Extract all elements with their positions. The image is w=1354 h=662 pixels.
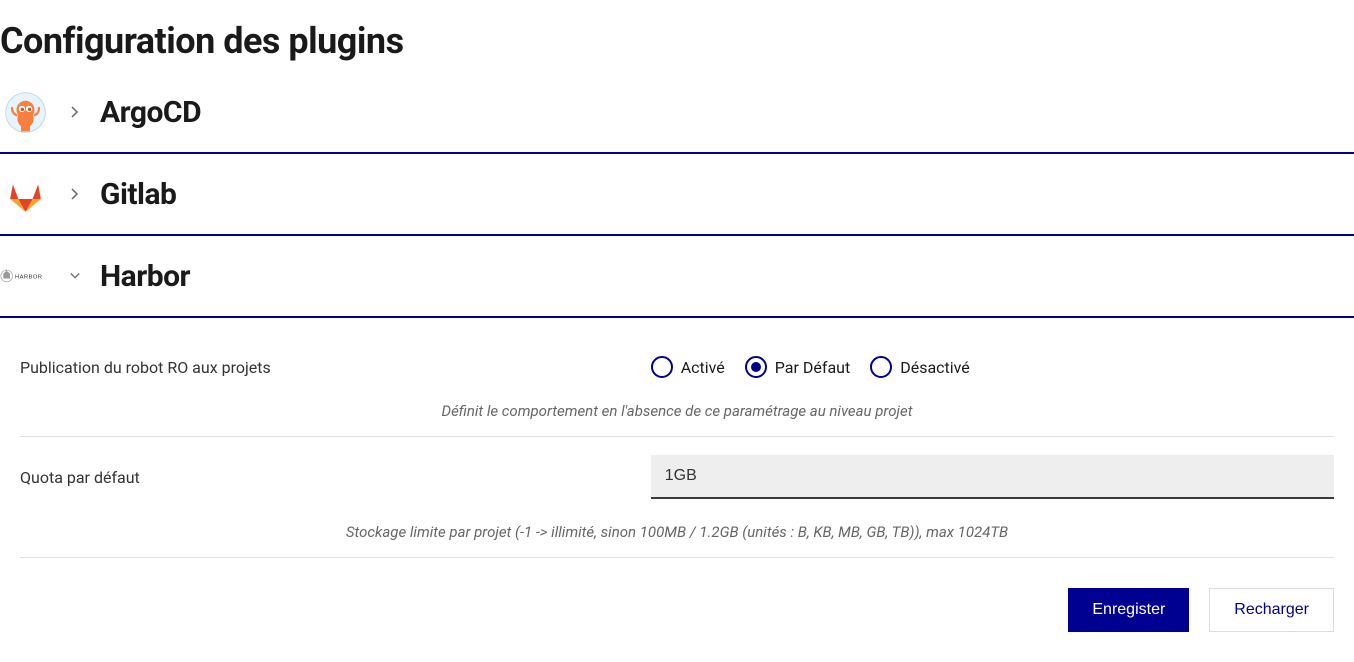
page-title: Configuration des plugins	[0, 0, 1354, 72]
chevron-right-icon	[70, 188, 80, 200]
radio-label-default: Par Défaut	[775, 358, 850, 377]
plugin-name-harbor: Harbor	[100, 259, 190, 294]
publication-radio-group: Activé Par Défaut Désactivé	[651, 356, 970, 378]
radio-label-disabled: Désactivé	[900, 358, 970, 377]
harbor-settings: Publication du robot RO aux projets Acti…	[0, 318, 1354, 662]
quota-label: Quota par défaut	[20, 468, 651, 487]
radio-label-active: Activé	[681, 358, 725, 377]
plugin-name-gitlab: Gitlab	[100, 177, 176, 212]
save-button[interactable]: Enregister	[1068, 588, 1189, 632]
radio-input-active[interactable]	[651, 356, 673, 378]
reload-button[interactable]: Recharger	[1209, 588, 1334, 632]
radio-disabled[interactable]: Désactivé	[870, 356, 970, 378]
plugin-row-argocd[interactable]: ArgoCD	[0, 72, 1354, 154]
plugin-name-argocd: ArgoCD	[100, 95, 201, 130]
argocd-icon	[0, 87, 50, 137]
chevron-right-icon	[70, 106, 80, 118]
harbor-icon: HARBOR	[0, 251, 50, 301]
plugin-row-harbor[interactable]: HARBOR Harbor	[0, 236, 1354, 318]
radio-active[interactable]: Activé	[651, 356, 725, 378]
radio-input-default[interactable]	[745, 356, 767, 378]
radio-input-disabled[interactable]	[870, 356, 892, 378]
button-row: Enregister Recharger	[20, 558, 1334, 642]
publication-setting-row: Publication du robot RO aux projets Acti…	[20, 338, 1334, 396]
chevron-down-icon	[70, 272, 80, 280]
gitlab-icon	[0, 169, 50, 219]
plugin-row-gitlab[interactable]: Gitlab	[0, 154, 1354, 236]
svg-text:HARBOR: HARBOR	[15, 275, 42, 281]
publication-description: Définit le comportement en l'absence de …	[20, 396, 1334, 436]
quota-input[interactable]	[651, 455, 1334, 499]
radio-default[interactable]: Par Défaut	[745, 356, 850, 378]
publication-label: Publication du robot RO aux projets	[20, 358, 651, 377]
quota-description: Stockage limite par projet (-1 -> illimi…	[20, 517, 1334, 557]
quota-setting-row: Quota par défaut	[20, 437, 1334, 517]
